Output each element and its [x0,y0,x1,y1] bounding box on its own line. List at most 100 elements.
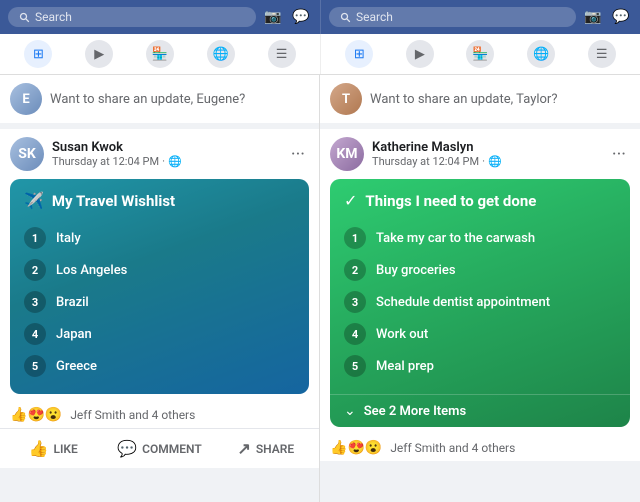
search-placeholder-left: Search [35,10,72,24]
post-avatar-katherine: KM [330,137,364,171]
list-card-todo-title: Things I need to get done [365,192,536,210]
post-time-text-left: Thursday at 12:04 PM [52,155,159,168]
comment-label-left: COMMENT [142,442,202,456]
post-more-right[interactable]: ··· [608,142,630,167]
list-item: 4 Japan [24,318,295,350]
search-placeholder-right: Search [356,10,393,24]
post-header-right: KM Katherine Maslyn Thursday at 12:04 PM… [320,129,640,179]
update-placeholder-right[interactable]: Want to share an update, Taylor? [370,92,557,107]
post-avatar-susan-img: SK [10,137,44,171]
play-icon-right[interactable]: ▶ [406,40,434,68]
list-item: 2 Los Angeles [24,254,295,286]
post-time-left: Thursday at 12:04 PM · 🌐 [52,155,279,168]
reaction-icons-left: 👍 😍 😮 [10,407,62,423]
list-item: 1 Take my car to the carwash [344,222,616,254]
reaction-text-left: Jeff Smith and 4 others [70,408,195,422]
update-box-right: T Want to share an update, Taylor? [320,75,640,129]
globe-icon-right[interactable]: 🌐 [527,40,555,68]
post-header-left: SK Susan Kwok Thursday at 12:04 PM · 🌐 ·… [0,129,319,179]
home-icon-left[interactable]: ⊞ [24,40,52,68]
camera-icon-left[interactable]: 📷 [262,6,284,28]
post-globe-icon-right: 🌐 [488,155,502,168]
list-item: 2 Buy groceries [344,254,616,286]
post-globe-sep-right: · [482,155,485,168]
see-more-text: See 2 More Items [364,404,466,419]
menu-icon-left[interactable]: ☰ [268,40,296,68]
feed-right: T Want to share an update, Taylor? KM Ka… [320,75,640,502]
icon-bar: ⊞ ▶ 🏪 🌐 ☰ ⊞ ▶ 🏪 🌐 ☰ [0,34,640,75]
store-icon-left[interactable]: 🏪 [146,40,174,68]
nav-left: Search 📷 💬 [0,0,320,34]
avatar-taylor: T [330,83,362,115]
wow-emoji: 😮 [45,407,62,423]
post-time-text-right: Thursday at 12:04 PM [372,155,479,168]
list-card-travel-title: My Travel Wishlist [52,192,175,210]
post-globe-icon-left: 🌐 [168,155,182,168]
list-items-todo: 1 Take my car to the carwash 2 Buy groce… [330,218,630,394]
see-more-button[interactable]: ⌄ See 2 More Items [330,394,630,427]
reactions-right: 👍 😍 😮 Jeff Smith and 4 others [320,435,640,461]
heart-emoji: 😍 [27,407,44,423]
feed-left: E Want to share an update, Eugene? SK Su… [0,75,320,502]
reactions-left: 👍 😍 😮 Jeff Smith and 4 others [0,402,319,428]
share-button-left[interactable]: ↗ SHARE [213,433,319,464]
update-placeholder-left[interactable]: Want to share an update, Eugene? [50,92,245,107]
home-icon-right[interactable]: ⊞ [345,40,373,68]
search-bar-right[interactable]: Search [329,7,576,27]
list-item: 5 Meal prep [344,350,616,382]
search-bar-left[interactable]: Search [8,7,256,27]
messenger-icon-right[interactable]: 💬 [610,6,632,28]
list-item: 5 Greece [24,350,295,382]
chevron-down-icon: ⌄ [344,403,356,419]
search-icon-left [18,11,30,23]
like-emoji: 👍 [10,407,27,423]
wow-emoji-right: 😮 [365,440,382,456]
camera-icon-right[interactable]: 📷 [582,6,604,28]
reaction-text-right: Jeff Smith and 4 others [390,441,515,455]
heart-emoji-right: 😍 [347,440,364,456]
list-card-todo: ✓ Things I need to get done 1 Take my ca… [330,179,630,427]
avatar-taylor-img: T [330,83,362,115]
messenger-icon-left[interactable]: 💬 [290,6,312,28]
list-items-travel: 1 Italy 2 Los Angeles 3 Brazil 4 Japan [10,218,309,394]
like-label-left: LIKE [53,442,77,456]
post-more-left[interactable]: ··· [287,142,309,167]
list-item: 3 Schedule dentist appointment [344,286,616,318]
like-icon-left: 👍 [29,439,49,458]
like-emoji-right: 👍 [330,440,347,456]
post-author-right: Katherine Maslyn [372,140,600,155]
store-icon-right[interactable]: 🏪 [466,40,494,68]
search-icon-right [339,11,351,23]
post-avatar-katherine-img: KM [330,137,364,171]
list-card-todo-header: ✓ Things I need to get done [330,179,630,218]
nav-right: Search 📷 💬 [320,0,640,34]
list-card-travel-header: ✈️ My Travel Wishlist [10,179,309,218]
list-item: 4 Work out [344,318,616,350]
post-time-right: Thursday at 12:04 PM · 🌐 [372,155,600,168]
like-button-left[interactable]: 👍 LIKE [0,433,106,464]
post-globe-left: · [162,155,165,168]
share-label-left: SHARE [256,442,294,456]
post-meta-right: Katherine Maslyn Thursday at 12:04 PM · … [372,140,600,168]
share-icon-left: ↗ [237,439,250,458]
action-bar-left: 👍 LIKE 💬 COMMENT ↗ SHARE [0,428,319,468]
reaction-icons-right: 👍 😍 😮 [330,440,382,456]
list-card-travel: ✈️ My Travel Wishlist 1 Italy 2 Los Ange… [10,179,309,394]
update-box-left: E Want to share an update, Eugene? [0,75,319,129]
play-icon-left[interactable]: ▶ [85,40,113,68]
comment-icon-left: 💬 [117,439,137,458]
post-author-left: Susan Kwok [52,140,279,155]
top-nav: Search 📷 💬 Search 📷 💬 [0,0,640,34]
icon-bar-right: ⊞ ▶ 🏪 🌐 ☰ [320,34,640,74]
avatar-eugene: E [10,83,42,115]
icon-bar-left: ⊞ ▶ 🏪 🌐 ☰ [0,34,320,74]
avatar-eugene-img: E [10,83,42,115]
post-card-left: SK Susan Kwok Thursday at 12:04 PM · 🌐 ·… [0,129,319,468]
comment-button-left[interactable]: 💬 COMMENT [106,433,212,464]
main-content: E Want to share an update, Eugene? SK Su… [0,75,640,502]
globe-icon-left[interactable]: 🌐 [207,40,235,68]
post-meta-left: Susan Kwok Thursday at 12:04 PM · 🌐 [52,140,279,168]
menu-icon-right[interactable]: ☰ [588,40,616,68]
todo-checkmark-icon: ✓ [344,191,357,210]
post-avatar-susan: SK [10,137,44,171]
